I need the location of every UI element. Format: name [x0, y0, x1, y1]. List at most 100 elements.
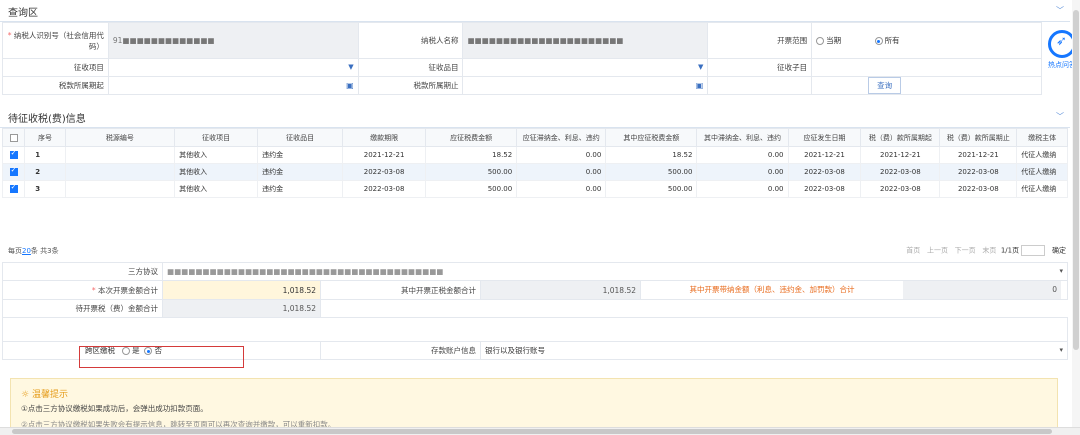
pagination: 首页 上一页 下一页 末页 1/1页 确定: [906, 245, 1066, 256]
table-header-row: 序号 税源编号 征收项目 征收品目 缴款期限 应征税费金额 应征滞纳金、利息、违…: [1, 128, 1068, 147]
row-checkbox[interactable]: [9, 183, 18, 193]
select-all-checkbox[interactable]: [9, 133, 18, 142]
row-start: 2022-03-08: [860, 163, 941, 181]
row-item: 其他收入: [174, 163, 259, 181]
column-header[interactable]: 税源编号: [64, 128, 176, 147]
account-label: 存款账户信息: [320, 341, 481, 360]
per-page-link[interactable]: 20: [22, 247, 31, 255]
column-header[interactable]: 应征滞纳金、利息、违约: [516, 128, 607, 147]
caret-down-icon: ▼: [697, 63, 704, 71]
query-form: * 纳税人识别号（社会信用代码） 91■■■■■■■■■■■■■ 纳税人名称 ■…: [2, 22, 1042, 95]
taxpayer-name-field[interactable]: ■■■■■■■■■■■■■■■■■■■■■■: [462, 22, 709, 59]
range-current-radio[interactable]: [816, 37, 825, 45]
row-end: 2022-03-08: [939, 163, 1018, 181]
column-header[interactable]: 其中应征税费金额: [605, 128, 698, 147]
prev-page-button[interactable]: 上一页: [927, 247, 948, 255]
range-all-radio[interactable]: [874, 37, 883, 45]
of-penalty-value: 0: [903, 281, 1061, 299]
caret-down-icon: ▼: [348, 63, 354, 71]
item-label: 征收项目: [2, 58, 109, 77]
calendar-icon[interactable]: ▣: [696, 81, 704, 90]
pending-table: 序号 税源编号 征收项目 征收品目 缴款期限 应征税费金额 应征滞纳金、利息、违…: [1, 128, 1068, 198]
chevron-down-icon[interactable]: ﹀: [1056, 111, 1064, 122]
taxpayer-id-field[interactable]: 91■■■■■■■■■■■■■: [107, 22, 359, 59]
page-jump-confirm[interactable]: 确定: [1052, 247, 1066, 255]
column-header[interactable]: 应征发生日期: [787, 128, 862, 147]
period-end-label: 税款所属期止: [357, 76, 464, 95]
product-select[interactable]: ▼: [462, 58, 709, 77]
annotation-highlight-box: [79, 346, 244, 368]
period-start-label: 税款所属期起: [2, 76, 109, 95]
taxpayer-id-label: * 纳税人识别号（社会信用代码）: [2, 22, 109, 59]
row-item: 其他收入: [174, 146, 259, 164]
query-section-title: 查询区: [8, 8, 38, 19]
lightbulb-icon: ☼: [21, 390, 30, 400]
horizontal-scrollbar[interactable]: [0, 427, 1080, 435]
row-product: 违约金: [257, 180, 344, 198]
column-header[interactable]: 其中滞纳金、利息、违约: [696, 128, 789, 147]
vertical-scrollbar[interactable]: [1072, 0, 1080, 427]
column-header[interactable]: 应征税费金额: [425, 128, 518, 147]
last-page-button[interactable]: 末页: [982, 247, 996, 255]
next-page-button[interactable]: 下一页: [955, 247, 976, 255]
row-amount: 18.52: [425, 146, 518, 164]
page-indicator: 1/1页: [1000, 246, 1020, 255]
row-end: 2022-03-08: [939, 180, 1018, 198]
row-product: 违约金: [257, 146, 344, 164]
tip-line: ①点击三方协议缴税如果成功后，会弹出成功扣款页面。: [21, 404, 208, 413]
row-source: [64, 180, 176, 198]
column-header[interactable]: 缴款期限: [342, 128, 427, 147]
pending-section-header: 待征收税(费)信息 ﹀: [0, 106, 1070, 128]
item-select[interactable]: ▼: [107, 58, 359, 77]
calendar-icon[interactable]: ▣: [346, 81, 354, 90]
first-page-button[interactable]: 首页: [906, 247, 920, 255]
invoice-total-label: * 本次开票金额合计: [2, 280, 163, 300]
period-start-input[interactable]: ▣: [107, 76, 359, 95]
row-no: 3: [24, 180, 66, 198]
column-header[interactable]: 征收品目: [257, 128, 344, 147]
row-occur: 2022-03-08: [787, 163, 862, 181]
column-header[interactable]: 税（费）款所属期起: [860, 128, 941, 147]
table-row[interactable]: 3 其他收入 违约金 2022-03-08 500.00 0.00 500.00…: [1, 180, 1068, 198]
row-deadline: 2022-03-08: [342, 180, 427, 198]
row-amount: 500.00: [425, 180, 518, 198]
row-deadline: 2021-12-21: [342, 146, 427, 164]
column-header[interactable]: 序号: [24, 128, 66, 147]
row-deadline: 2022-03-08: [342, 163, 427, 181]
column-header[interactable]: 征收项目: [174, 128, 259, 147]
taxpayer-name-label: 纳税人名称: [357, 22, 464, 59]
of-invoice-label: 其中开票正税金额合计: [320, 280, 481, 300]
row-item: 其他收入: [174, 180, 259, 198]
row-checkbox[interactable]: [9, 149, 18, 159]
query-button[interactable]: 查询: [868, 77, 902, 94]
row-of-late: 0.00: [696, 163, 789, 181]
tip-title: ☼ 温馨提示: [21, 390, 68, 400]
row-product: 违约金: [257, 163, 344, 181]
row-amount: 500.00: [425, 163, 518, 181]
column-header[interactable]: 缴税主体: [1016, 128, 1068, 147]
table-row[interactable]: 1 其他收入 违约金 2021-12-21 18.52 0.00 18.52 0…: [1, 146, 1068, 164]
row-checkbox[interactable]: [9, 166, 18, 176]
row-of-amount: 500.00: [605, 180, 698, 198]
page-size-info: 每页20条 共3条: [8, 246, 59, 256]
row-occur: 2022-03-08: [787, 180, 862, 198]
period-end-input[interactable]: ▣: [462, 76, 709, 95]
agreement-value: ■■■■■■■■■■■■■■■■■■■■■■■■■■■■■■■■■■■■■■■: [167, 267, 444, 276]
chevron-down-icon[interactable]: ﹀: [1056, 5, 1064, 16]
column-header[interactable]: 税（费）款所属期止: [939, 128, 1018, 147]
scrollbar-thumb[interactable]: [12, 429, 1052, 434]
row-of-late: 0.00: [696, 146, 789, 164]
row-end: 2021-12-21: [939, 146, 1018, 164]
bank-account-select[interactable]: 银行以及银行账号 ▾: [480, 341, 1068, 360]
table-row[interactable]: 2 其他收入 违约金 2022-03-08 500.00 0.00 500.00…: [1, 163, 1068, 181]
pending-total-label: 待开票税（费）金额合计: [2, 299, 163, 318]
row-subject: 代征人缴纳: [1016, 146, 1068, 164]
per-page-prefix: 每页: [8, 247, 22, 255]
select-all-cell: [1, 128, 26, 147]
page-jump-input[interactable]: [1021, 245, 1046, 256]
agreement-select[interactable]: ■■■■■■■■■■■■■■■■■■■■■■■■■■■■■■■■■■■■■■■ ▾: [162, 262, 1068, 281]
of-invoice-value: 1,018.52: [480, 280, 641, 300]
scrollbar-thumb[interactable]: [1073, 10, 1079, 350]
row-occur: 2021-12-21: [787, 146, 862, 164]
subitem-select[interactable]: [811, 58, 1042, 77]
